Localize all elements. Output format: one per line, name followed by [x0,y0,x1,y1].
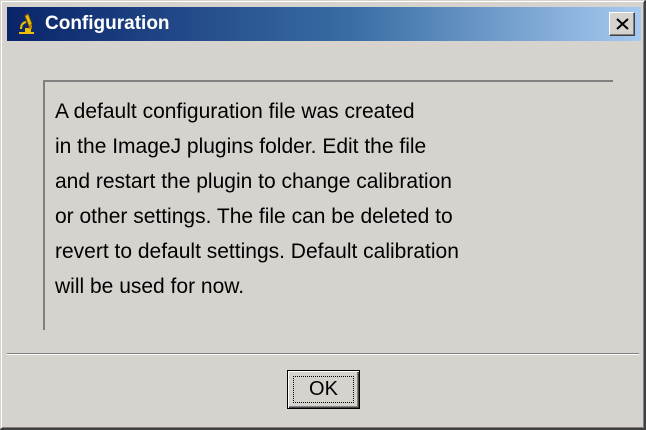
message-panel: A default configuration file was created… [43,80,613,330]
message-line-2: in the ImageJ plugins folder. Edit the f… [55,135,427,158]
message-line-4: or other settings. The file can be delet… [55,205,453,228]
title-bar[interactable]: Configuration [7,7,641,41]
button-separator [7,353,639,355]
microscope-icon [17,13,37,35]
ok-button[interactable]: OK [287,370,360,409]
message-line-1: A default configuration file was created [55,100,415,123]
message-line-5: revert to default settings. Default cali… [55,240,459,263]
close-icon [616,18,629,30]
message-line-3: and restart the plugin to change calibra… [55,170,452,193]
configuration-dialog: Configuration A default configuration fi… [0,0,646,430]
message-line-6: will be used for now. [55,275,245,298]
ok-button-label: OK [293,376,354,403]
close-button[interactable] [609,12,635,36]
window-title: Configuration [45,13,170,34]
